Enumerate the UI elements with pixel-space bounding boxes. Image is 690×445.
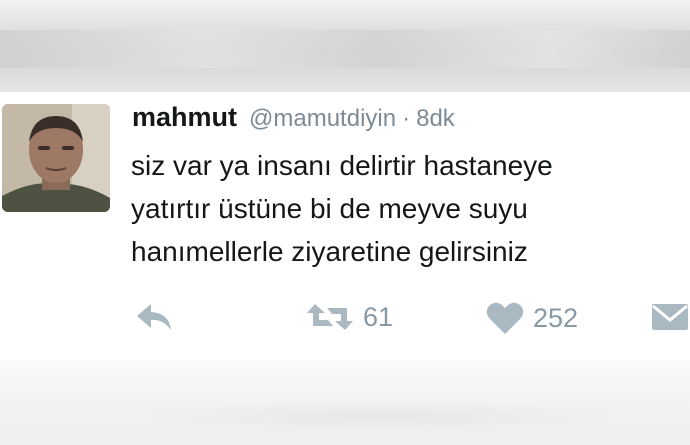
retweet-count: 61 [363, 301, 394, 332]
separator-dot: · [402, 105, 411, 132]
author-handle[interactable]: @mamutdiyin [249, 105, 396, 133]
avatar[interactable] [2, 104, 110, 212]
like-count: 252 [533, 302, 579, 333]
retweet-icon [307, 304, 353, 330]
like-button[interactable]: 252 [485, 300, 578, 336]
tweet-actions: 61 252 [0, 292, 690, 342]
tweet-text-line: yatırtır üstüne bi de meyve suyu [131, 193, 528, 224]
envelope-icon [652, 304, 688, 330]
reply-button[interactable] [133, 300, 175, 334]
direct-message-button[interactable] [650, 300, 690, 334]
tweet-header: mahmut @mamutdiyin · 8dk [132, 102, 455, 142]
tweet-text-line: hanımellerle ziyaretine gelirsiniz [131, 236, 528, 267]
reply-icon [137, 304, 171, 330]
tweet-timestamp[interactable]: 8dk [416, 105, 455, 133]
tweet-text: siz var ya insanı delirtir hastaneye yat… [131, 144, 681, 273]
blurred-background-bottom [0, 360, 690, 445]
retweet-button[interactable]: 61 [305, 300, 393, 334]
heart-icon [486, 302, 524, 334]
blurred-background-top [0, 0, 690, 92]
author-name[interactable]: mahmut [132, 102, 237, 133]
tweet-text-line: siz var ya insanı delirtir hastaneye [131, 150, 553, 181]
tweet-card[interactable]: mahmut @mamutdiyin · 8dk siz var ya insa… [0, 92, 690, 360]
